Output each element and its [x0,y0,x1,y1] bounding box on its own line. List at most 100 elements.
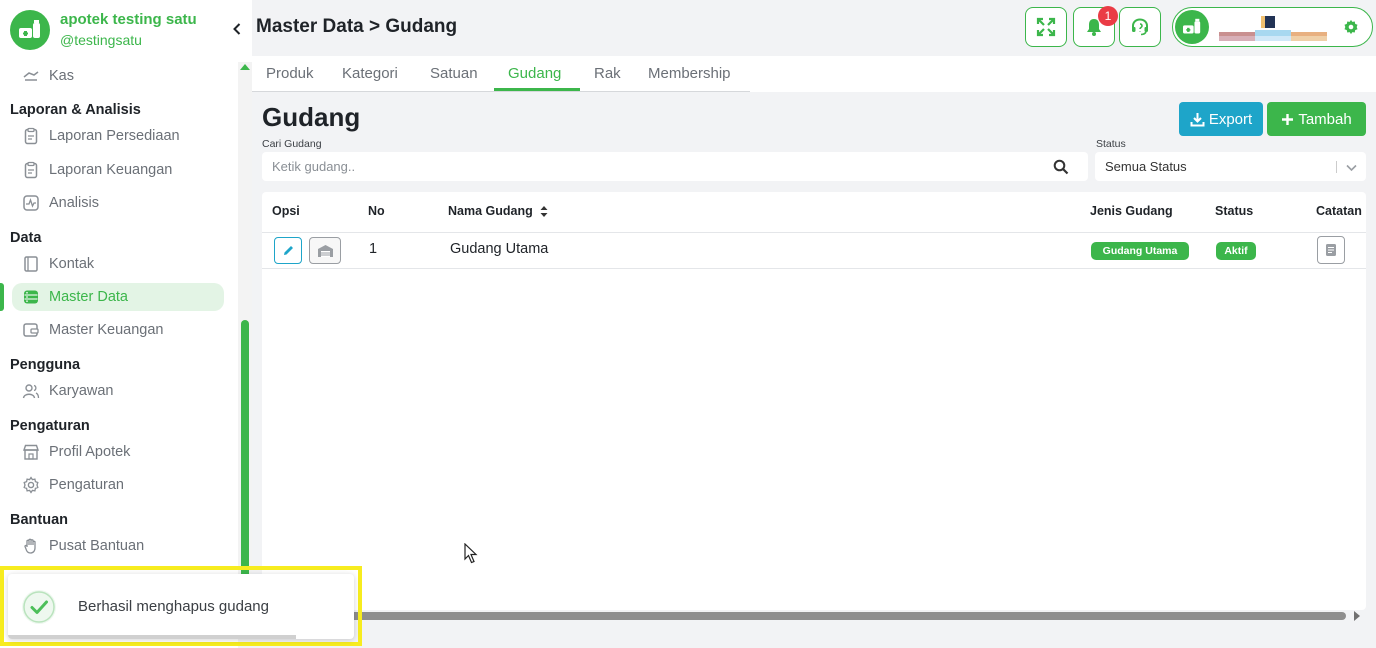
hand-icon [24,538,36,554]
store-icon [23,444,39,460]
status-select[interactable]: Semua Status [1095,152,1366,181]
gear-icon[interactable] [1343,19,1359,35]
search-icon[interactable] [1053,159,1069,175]
download-icon [1190,112,1205,126]
expand-icon [1036,17,1056,37]
sidebar-item-master-data[interactable]: Master Data [12,283,224,311]
check-circle-icon [22,590,56,624]
column-header-opsi: Opsi [272,204,300,218]
success-toast[interactable]: Berhasil menghapus gudang [8,574,354,639]
clipboard-icon [24,127,38,145]
sort-icon[interactable] [540,205,548,217]
page-title: Master Data > Gudang [256,16,458,37]
tab-satuan[interactable]: Satuan [430,65,478,82]
status-badge: Aktif [1216,242,1256,260]
headset-icon [1132,18,1148,36]
contact-book-icon [24,256,38,272]
clipboard-icon [24,161,38,179]
sidebar-item-label: Laporan Keuangan [49,162,173,178]
sidebar-item-profil-apotek[interactable]: Profil Apotek [12,438,224,466]
plus-icon [1282,113,1294,125]
tab-bar: Produk Kategori Satuan Gudang Rak Member… [252,56,1376,92]
status-selected-value: Semua Status [1105,159,1187,174]
notification-count-badge: 1 [1098,6,1118,26]
sidebar-scrollbar-thumb[interactable] [241,320,249,580]
status-label: Status [1096,138,1126,150]
section-data: Data [10,230,42,246]
export-label: Export [1208,110,1253,128]
tab-rak[interactable]: Rak [594,65,621,82]
section-pengaturan: Pengaturan [10,418,90,434]
tab-produk[interactable]: Produk [266,65,314,82]
sidebar-item-kas[interactable]: Kas [12,62,224,90]
sidebar-item-laporan-persediaan[interactable]: Laporan Persediaan [12,122,224,150]
tab-gudang[interactable]: Gudang [508,65,561,82]
sidebar-item-pusat-bantuan[interactable]: Pusat Bantuan [12,532,224,560]
edit-button[interactable] [274,237,302,264]
tambah-label: Tambah [1298,110,1352,128]
sidebar-item-label: Kontak [49,256,95,272]
row-nama-gudang: Gudang Utama [450,241,549,257]
sidebar-item-master-keuangan[interactable]: Master Keuangan [12,316,224,344]
section-bantuan: Bantuan [10,512,68,528]
active-tab-underline [494,88,580,91]
warehouse-detail-button[interactable] [309,237,341,264]
activity-icon [23,195,39,211]
tab-divider [252,91,750,92]
column-header-jenis-gudang: Jenis Gudang [1090,204,1173,218]
chevron-down-icon [1346,164,1357,172]
sidebar-item-label: Pusat Bantuan [49,538,145,554]
support-button[interactable] [1119,7,1161,47]
table-horizontal-scrollbar[interactable] [262,612,1346,620]
note-button[interactable] [1317,236,1345,264]
tab-membership[interactable]: Membership [648,65,731,82]
section-laporan: Laporan & Analisis [10,102,141,118]
sidebar-item-analisis[interactable]: Analisis [12,189,224,217]
jenis-gudang-badge: Gudang Utama [1091,242,1189,260]
pharmacy-logo-icon [10,10,50,50]
add-warehouse-button[interactable]: Tambah [1267,102,1366,136]
app-root: apotek testing satu @testingsatu Kas Lap… [0,0,1376,648]
sidebar-item-pengaturan[interactable]: Pengaturan [12,471,224,499]
sidebar-item-laporan-keuangan[interactable]: Laporan Keuangan [12,156,224,184]
export-button[interactable]: Export [1179,102,1263,136]
column-header-status: Status [1215,204,1254,218]
chevron-left-icon [233,23,241,35]
wallet-icon [23,323,39,337]
section-heading: Gudang [262,102,361,132]
sidebar: apotek testing satu @testingsatu Kas Lap… [0,0,252,648]
users-icon [22,384,40,399]
column-header-catatan: Catatan [1316,204,1362,218]
sidebar-item-karyawan[interactable]: Karyawan [12,377,224,405]
tab-kategori[interactable]: Kategori [342,65,398,82]
search-label: Cari Gudang [262,138,322,150]
column-header-label: Nama Gudang [448,204,533,218]
search-field[interactable] [262,152,1088,181]
note-icon [1326,244,1336,256]
toast-message: Berhasil menghapus gudang [78,598,269,615]
sidebar-item-label: Analisis [49,195,99,211]
section-pengguna: Pengguna [10,357,81,373]
row-divider [262,268,1366,269]
avatar [1175,10,1209,44]
brand: apotek testing satu @testingsatu [10,9,240,55]
search-input[interactable] [262,152,1042,181]
active-indicator [0,283,4,311]
toast-progress-bar [8,635,296,639]
sidebar-item-label: Master Keuangan [49,322,164,338]
fullscreen-button[interactable] [1025,7,1067,47]
database-icon [24,290,38,304]
brand-username: @testingsatu [60,32,142,48]
collapse-sidebar-button[interactable] [228,19,246,39]
gear-icon [23,476,39,494]
sidebar-item-label: Karyawan [49,383,114,399]
scroll-right-arrow-icon[interactable] [1354,611,1360,621]
notification-button[interactable]: 1 [1073,6,1118,47]
scroll-up-arrow-icon[interactable] [240,64,250,70]
sidebar-item-kontak[interactable]: Kontak [12,250,224,278]
profile-menu[interactable] [1172,7,1373,47]
brand-name: apotek testing satu [60,11,197,28]
column-header-nama-gudang[interactable]: Nama Gudang [448,204,548,218]
mouse-cursor-icon [464,543,478,564]
sidebar-item-label: Master Data [49,289,128,305]
